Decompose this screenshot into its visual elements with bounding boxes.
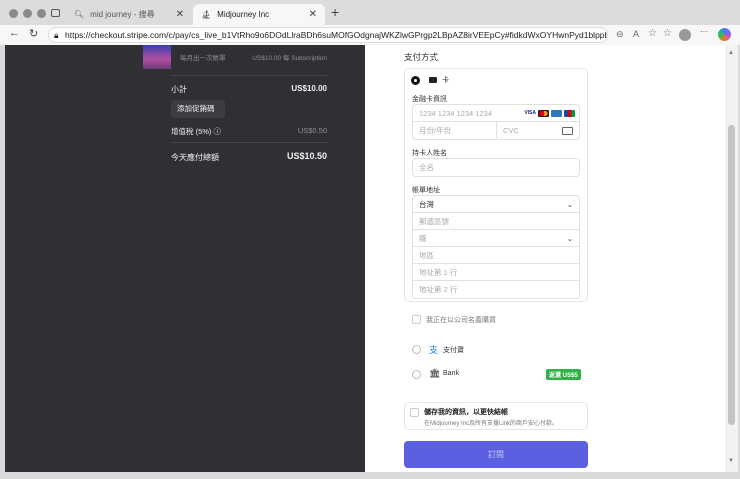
card-icon	[429, 77, 437, 83]
tab-search[interactable]: 🔍︎ mid journey - 搜尋 ✕	[66, 4, 192, 25]
info-icon[interactable]: ⓘ	[214, 127, 222, 136]
chevron-down-icon: ⌄	[566, 199, 573, 209]
zoom-icon[interactable]: ⊖	[616, 29, 624, 40]
back-button[interactable]: ←	[9, 27, 20, 39]
postal-code-input[interactable]: 郵遞區號	[412, 212, 580, 230]
tab-bar: 🔍︎ mid journey - 搜尋 ✕ ⛵︎ Midjourney Inc ✕ +	[0, 0, 740, 25]
bank-icon: 🏛︎	[429, 368, 441, 378]
new-tab-button[interactable]: +	[331, 4, 339, 20]
cashback-badge: 返還 US$5	[546, 369, 581, 380]
business-checkbox[interactable]	[412, 315, 421, 324]
favorites-icon[interactable]: ☆	[663, 28, 672, 39]
save-info-checkbox[interactable]	[410, 408, 419, 417]
read-aloud-icon[interactable]: A	[633, 29, 639, 39]
alipay-radio[interactable]	[412, 345, 421, 354]
url-input[interactable]: 🔒︎ https://checkout.stripe.com/c/pay/cs_l…	[48, 27, 608, 43]
search-icon: 🔍︎	[74, 10, 85, 19]
card-radio[interactable]	[411, 76, 420, 85]
product-image	[143, 45, 171, 69]
order-summary: 每月出一次帳單 US$10.00 每 Subscription 小計 US$10…	[5, 45, 365, 472]
alipay-icon: 支	[429, 345, 439, 355]
minimize-window-button[interactable]	[23, 9, 32, 18]
mastercard-icon	[538, 109, 549, 117]
address-bar-row: ← ↻ 🔒︎ https://checkout.stripe.com/c/pay/…	[0, 25, 740, 45]
bank-radio[interactable]	[412, 370, 421, 379]
visa-icon: VISA	[524, 109, 536, 116]
close-tab-icon[interactable]: ✕	[309, 9, 317, 20]
subscribe-button[interactable]: 訂閱	[404, 441, 588, 468]
amex-icon	[551, 109, 562, 117]
jcb-icon	[564, 109, 575, 117]
expiry-input[interactable]: 月份/年份	[412, 121, 497, 140]
tab-midjourney[interactable]: ⛵︎ Midjourney Inc ✕	[193, 4, 325, 25]
midjourney-icon: ⛵︎	[201, 10, 212, 19]
profile-avatar[interactable]	[679, 29, 691, 41]
page-content: 每月出一次帳單 US$10.00 每 Subscription 小計 US$10…	[5, 45, 738, 472]
maximize-window-button[interactable]	[37, 9, 46, 18]
cvc-card-icon	[562, 126, 573, 135]
county-select[interactable]: 縣 ⌄	[412, 229, 580, 247]
add-promo-code-button[interactable]: 添加促銷碼	[171, 100, 225, 118]
scrollbar-thumb[interactable]	[728, 125, 735, 425]
cvc-input[interactable]: CVC	[496, 121, 580, 140]
country-select[interactable]: 台灣 ⌄	[412, 195, 580, 213]
district-input[interactable]: 地區	[412, 246, 580, 264]
address-line2-input[interactable]: 地址第 2 行	[412, 280, 580, 299]
more-icon[interactable]: ···	[700, 27, 708, 36]
cardholder-name-input[interactable]: 全名	[412, 158, 580, 177]
payment-method-title: 支付方式	[404, 52, 439, 62]
close-tab-icon[interactable]: ✕	[176, 9, 184, 20]
chevron-down-icon: ⌄	[566, 233, 573, 243]
close-window-button[interactable]	[9, 9, 18, 18]
copilot-icon[interactable]	[718, 28, 731, 41]
scrollbar[interactable]: ▲ ▼	[725, 45, 738, 472]
refresh-button[interactable]: ↻	[29, 27, 38, 40]
lock-icon: 🔒︎	[54, 30, 59, 40]
address-line1-input[interactable]: 地址第 1 行	[412, 263, 580, 281]
card-number-input[interactable]: 1234 1234 1234 1234 VISA	[412, 104, 580, 122]
tab-actions-icon[interactable]	[51, 9, 60, 17]
favorite-icon[interactable]: ☆	[648, 28, 657, 39]
